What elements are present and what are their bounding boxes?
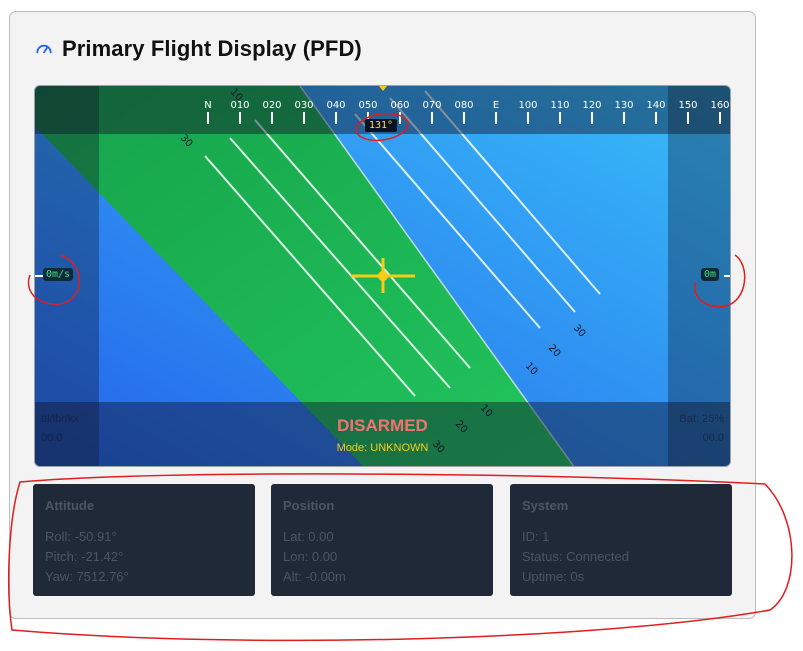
heading-label: 130: [614, 100, 633, 111]
heading-readout: 131°: [365, 119, 398, 132]
attitude-indicator: 30 10 10 20 30 10 20 30 N 010 020 030 040 050…: [35, 86, 730, 466]
yaw-value: Yaw: 7512.76°: [45, 569, 129, 584]
arm-status: DISARMED: [337, 416, 428, 435]
heading-label: 120: [582, 100, 601, 111]
position-title: Position: [283, 498, 335, 513]
heading-label: 060: [390, 100, 409, 111]
lat-value: Lat: 0.00: [283, 529, 334, 544]
heading-label: 020: [262, 100, 281, 111]
altitude-readout: 0m: [701, 268, 720, 281]
heading-label: 080: [454, 100, 473, 111]
speed-readout: 0m/s: [43, 268, 74, 281]
position-panel: Position Lat: 0.00 Lon: 0.00 Alt: -0.00m: [271, 484, 493, 596]
heading-label: 100: [518, 100, 537, 111]
heading-label: 030: [294, 100, 313, 111]
system-panel: System ID: 1 Status: Connected Uptime: 0…: [510, 484, 732, 596]
primary-flight-display: 30 10 10 20 30 10 20 30 N 010 020 030 040 050…: [34, 85, 731, 467]
pitch-value: Pitch: -21.42°: [45, 549, 124, 564]
alt-value: Alt: -0.00m: [283, 569, 346, 584]
card-header: Primary Flight Display (PFD): [34, 36, 362, 62]
id-value: ID: 1: [522, 529, 550, 544]
heading-label: 050: [358, 100, 377, 111]
attitude-title: Attitude: [45, 498, 95, 513]
heading-label: 010: [230, 100, 249, 111]
attitude-panel: Attitude Roll: -50.91° Pitch: -21.42° Ya…: [33, 484, 255, 596]
roll-value: Roll: -50.91°: [45, 529, 117, 544]
flight-mode: Mode: UNKNOWN: [336, 442, 429, 454]
heading-label: N: [204, 100, 211, 111]
heading-label: 110: [550, 100, 569, 111]
heading-label: 150: [678, 100, 697, 111]
uptime-value: Uptime: 0s: [522, 569, 585, 584]
status-value: Status: Connected: [522, 549, 629, 564]
heading-label: 040: [326, 100, 345, 111]
lon-value: Lon: 0.00: [283, 549, 338, 564]
heading-label: E: [493, 100, 499, 111]
system-title: System: [522, 498, 569, 513]
heading-label: 140: [646, 100, 665, 111]
heading-label: 070: [422, 100, 441, 111]
gauge-icon: [36, 44, 52, 54]
heading-label: 160: [710, 100, 729, 111]
page-title: Primary Flight Display (PFD): [62, 36, 362, 61]
